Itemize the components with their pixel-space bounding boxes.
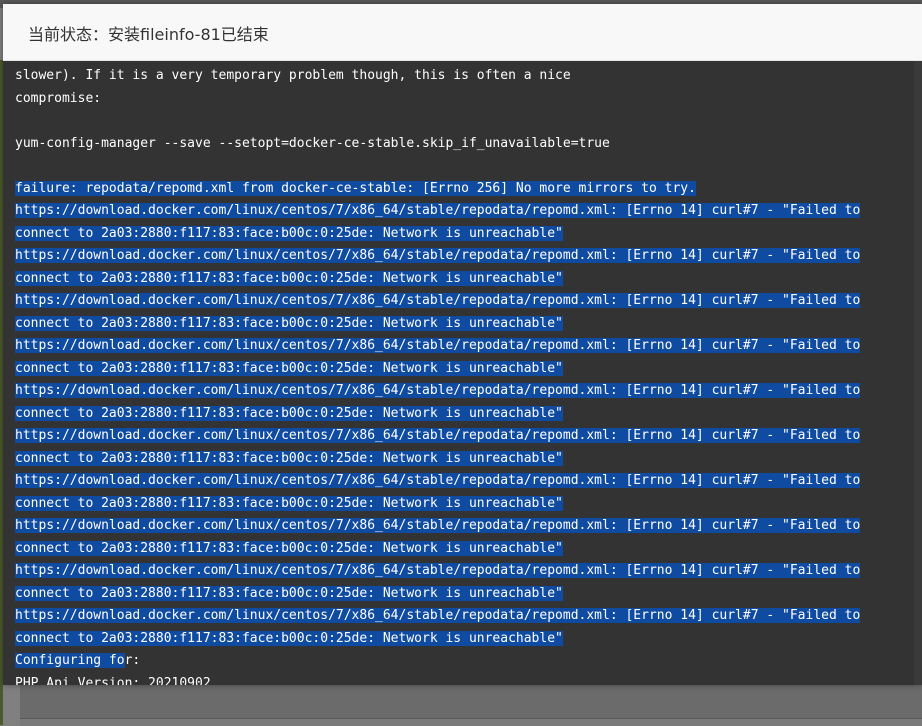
install-status-dialog: 当前状态：安装fileinfo-81已结束 slower). If it is … — [3, 4, 922, 685]
console-line: https://download.docker.com/linux/centos… — [15, 470, 861, 493]
selected-text: https://download.docker.com/linux/centos… — [15, 293, 861, 308]
console-line: connect to 2a03:2880:f117:83:face:b00c:0… — [15, 403, 860, 426]
console-line: compromise: — [15, 90, 102, 106]
selected-text: connect to 2a03:2880:f117:83:face:b00c:0… — [15, 585, 563, 601]
selected-text: connect to 2a03:2880:f117:83:face:b00c:0… — [15, 495, 563, 511]
console-output[interactable]: slower). If it is a very temporary probl… — [3, 61, 922, 685]
console-line: connect to 2a03:2880:f117:83:face:b00c:0… — [15, 628, 860, 651]
selected-text: connect to 2a03:2880:f117:83:face:b00c:0… — [15, 360, 563, 376]
console-line: https://download.docker.com/linux/centos… — [15, 245, 861, 268]
console-line: slower). If it is a very temporary probl… — [15, 68, 571, 83]
console-lines: slower). If it is a very temporary probl… — [15, 65, 861, 686]
console-line: https://download.docker.com/linux/centos… — [15, 200, 861, 223]
selected-text: connect to 2a03:2880:f117:83:face:b00c:0… — [15, 270, 563, 286]
console-line: failure: repodata/repomd.xml from docker… — [15, 178, 860, 201]
selected-text: https://download.docker.com/linux/centos… — [15, 563, 861, 578]
selected-text: https://download.docker.com/linux/centos… — [15, 248, 861, 263]
console-line: PHP Api Version: 20210902 — [15, 675, 211, 686]
unselected-text: r: — [124, 653, 141, 668]
console-line: connect to 2a03:2880:f117:83:face:b00c:0… — [15, 448, 860, 471]
console-line: connect to 2a03:2880:f117:83:face:b00c:0… — [15, 583, 860, 606]
selected-text: https://download.docker.com/linux/centos… — [15, 518, 861, 533]
selected-text: connect to 2a03:2880:f117:83:face:b00c:0… — [15, 405, 563, 421]
selected-text: Configuring fo — [15, 653, 125, 668]
console-line: https://download.docker.com/linux/centos… — [15, 290, 861, 313]
console-line: https://download.docker.com/linux/centos… — [15, 605, 861, 628]
console-scrollbar[interactable] — [914, 61, 922, 685]
selected-text: connect to 2a03:2880:f117:83:face:b00c:0… — [15, 225, 563, 241]
selected-text: https://download.docker.com/linux/centos… — [15, 428, 861, 443]
selected-text: connect to 2a03:2880:f117:83:face:b00c:0… — [15, 450, 563, 466]
selected-text: https://download.docker.com/linux/centos… — [15, 608, 861, 623]
console-line: connect to 2a03:2880:f117:83:face:b00c:0… — [15, 538, 860, 561]
selected-text: connect to 2a03:2880:f117:83:face:b00c:0… — [15, 315, 563, 331]
console-line: connect to 2a03:2880:f117:83:face:b00c:0… — [15, 223, 860, 246]
dialog-title: 当前状态：安装fileinfo-81已结束 — [28, 25, 269, 44]
selected-text: connect to 2a03:2880:f117:83:face:b00c:0… — [15, 540, 563, 556]
console-line: https://download.docker.com/linux/centos… — [15, 560, 861, 583]
selected-text: https://download.docker.com/linux/centos… — [15, 383, 861, 398]
selected-text: https://download.docker.com/linux/centos… — [15, 338, 861, 353]
console-line: https://download.docker.com/linux/centos… — [15, 515, 861, 538]
console-line: https://download.docker.com/linux/centos… — [15, 380, 861, 403]
console-line: https://download.docker.com/linux/centos… — [15, 425, 861, 448]
console-line: Configuring for: — [15, 650, 860, 673]
console-line: connect to 2a03:2880:f117:83:face:b00c:0… — [15, 493, 860, 516]
selected-text: https://download.docker.com/linux/centos… — [15, 203, 861, 218]
selected-text: connect to 2a03:2880:f117:83:face:b00c:0… — [15, 630, 563, 646]
selected-text: https://download.docker.com/linux/centos… — [15, 473, 861, 488]
console-line: https://download.docker.com/linux/centos… — [15, 335, 861, 358]
console-line: connect to 2a03:2880:f117:83:face:b00c:0… — [15, 268, 860, 291]
console-line: connect to 2a03:2880:f117:83:face:b00c:0… — [15, 313, 860, 336]
console-line: connect to 2a03:2880:f117:83:face:b00c:0… — [15, 358, 860, 381]
dialog-header[interactable]: 当前状态：安装fileinfo-81已结束 — [3, 4, 922, 61]
selected-text: failure: repodata/repomd.xml from docker… — [15, 180, 696, 196]
console-line: yum-config-manager --save --setopt=docke… — [15, 135, 610, 151]
